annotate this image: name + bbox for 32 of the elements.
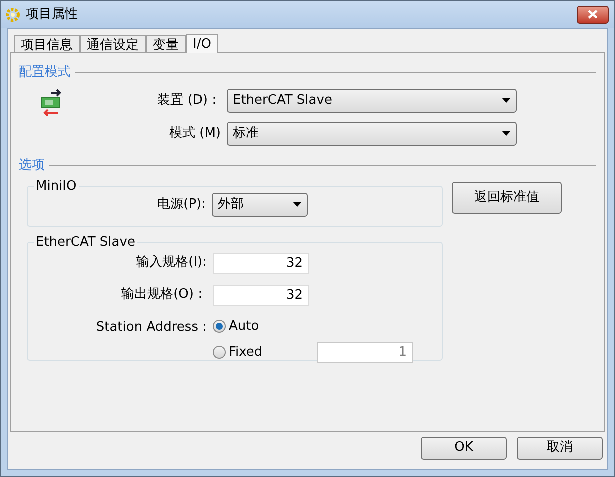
- reset-button[interactable]: 返回标准值: [452, 182, 562, 214]
- field-label: Station Address :: [96, 318, 207, 336]
- input-field[interactable]: 32: [213, 252, 309, 274]
- group-title: MiniIO: [35, 178, 78, 196]
- input-field[interactable]: 32: [213, 284, 309, 306]
- tab[interactable]: 变量: [146, 35, 186, 52]
- dialog-button[interactable]: OK: [421, 436, 507, 460]
- dropdown[interactable]: 标准: [227, 122, 517, 146]
- caret-icon: [293, 202, 302, 207]
- tab[interactable]: 项目信息: [14, 35, 80, 52]
- gear-icon: [6, 8, 20, 22]
- field-label: 电源(P):: [158, 196, 206, 214]
- window-title: 项目属性: [26, 6, 78, 24]
- dropdown[interactable]: 外部: [212, 192, 308, 216]
- tab[interactable]: 通信设定: [80, 35, 146, 52]
- close-icon: [588, 10, 598, 19]
- field-label: 输入规格(I):: [136, 254, 207, 272]
- field-label: 输出规格(O)：: [122, 286, 207, 304]
- close-button[interactable]: [577, 6, 609, 24]
- tab[interactable]: I/O: [186, 34, 218, 53]
- section-title: 配置模式: [19, 64, 71, 82]
- field-label: 模式 (M): [170, 124, 221, 143]
- group-title: EtherCAT Slave: [35, 234, 136, 252]
- radio-option[interactable]: Auto: [213, 316, 317, 336]
- io-card-icon: [39, 88, 63, 116]
- radio-option[interactable]: Fixed: [213, 342, 317, 362]
- dropdown[interactable]: EtherCAT Slave: [227, 88, 517, 112]
- dialog-button[interactable]: 取消: [517, 436, 603, 460]
- caret-icon: [502, 131, 511, 136]
- caret-icon: [502, 98, 511, 103]
- field-label: 装置 (D)：: [158, 92, 221, 110]
- section-title: 选项: [19, 156, 45, 174]
